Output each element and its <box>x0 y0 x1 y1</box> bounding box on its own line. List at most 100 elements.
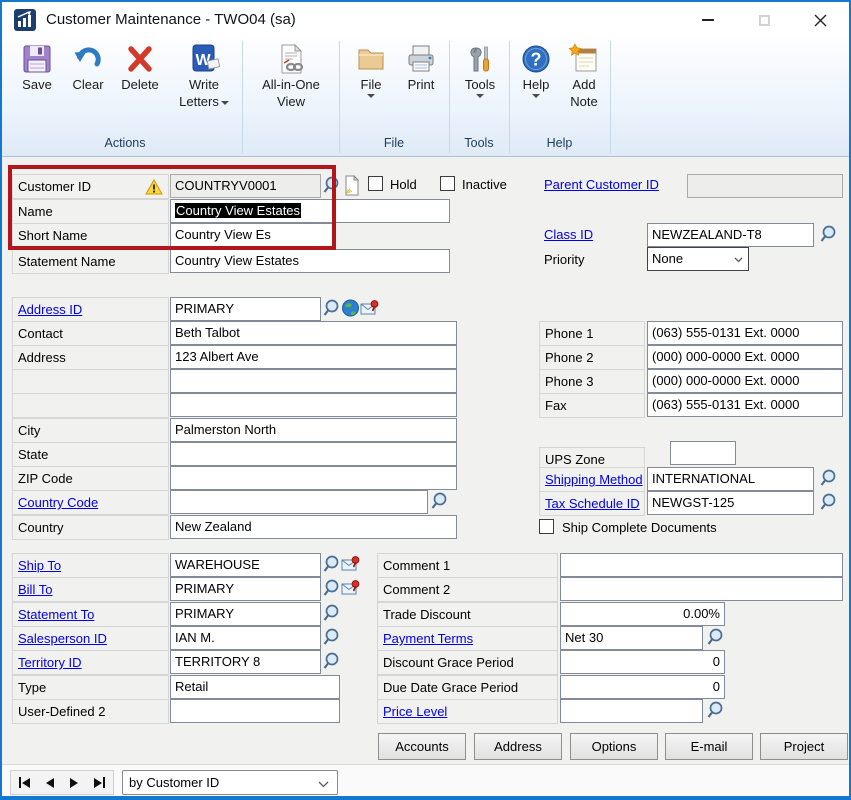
inactive-checkbox[interactable] <box>440 176 455 191</box>
priority-dropdown[interactable]: None <box>647 247 749 271</box>
phone3-field[interactable]: (000) 000-0000 Ext. 0000 <box>647 369 843 393</box>
help-button[interactable]: ? Help <box>514 43 558 98</box>
bill-to-lookup-icon[interactable] <box>322 578 341 599</box>
bill-to-field[interactable]: PRIMARY <box>170 577 321 601</box>
country-code-link[interactable]: Country Code <box>18 495 98 510</box>
address-id-field[interactable]: PRIMARY <box>170 297 321 321</box>
statement-to-lookup-icon[interactable] <box>322 603 341 624</box>
parent-customer-id-link[interactable]: Parent Customer ID <box>544 177 659 192</box>
city-field[interactable]: Palmerston North <box>170 418 457 442</box>
ship-complete-documents-checkbox[interactable] <box>539 519 554 534</box>
print-button[interactable]: Print <box>396 43 446 92</box>
state-field[interactable] <box>170 442 457 466</box>
window-title: Customer Maintenance - TWO04 (sa) <box>46 11 296 28</box>
customer-id-lookup-icon[interactable] <box>322 175 341 196</box>
user-defined-2-field[interactable] <box>170 699 340 723</box>
bill-to-link[interactable]: Bill To <box>18 582 52 597</box>
tax-schedule-field[interactable]: NEWGST-125 <box>647 491 814 515</box>
salesperson-lookup-icon[interactable] <box>322 627 341 648</box>
ups-zone-field[interactable] <box>670 441 736 465</box>
options-button[interactable]: Options <box>570 733 658 760</box>
short-name-field[interactable]: Country View Es <box>170 223 335 247</box>
class-id-lookup-icon[interactable] <box>819 224 838 245</box>
ship-to-link[interactable]: Ship To <box>18 558 61 573</box>
country-field[interactable]: New Zealand <box>170 515 457 539</box>
payment-terms-lookup-icon[interactable] <box>706 627 725 648</box>
salesperson-id-link[interactable]: Salesperson ID <box>18 631 107 646</box>
statement-to-field[interactable]: PRIMARY <box>170 602 321 626</box>
zip-code-field[interactable] <box>170 466 457 490</box>
address-line1-field[interactable]: 123 Albert Ave <box>170 345 457 369</box>
address-id-link[interactable]: Address ID <box>18 302 82 317</box>
close-button[interactable] <box>797 2 843 38</box>
state-label: State <box>12 442 169 467</box>
payment-terms-field[interactable]: Net 30 <box>560 626 703 650</box>
shipping-method-link[interactable]: Shipping Method <box>545 472 643 487</box>
ship-to-lookup-icon[interactable] <box>322 554 341 575</box>
due-date-grace-field[interactable]: 0 <box>560 675 725 699</box>
tax-schedule-link[interactable]: Tax Schedule ID <box>545 496 640 511</box>
class-id-link[interactable]: Class ID <box>544 227 593 242</box>
write-letter-pin-icon[interactable] <box>360 298 379 319</box>
project-button[interactable]: Project <box>760 733 848 760</box>
email-button[interactable]: E-mail <box>665 733 753 760</box>
delete-button[interactable]: Delete <box>114 43 166 92</box>
hold-checkbox[interactable] <box>368 176 383 191</box>
customer-notes-icon[interactable] <box>342 175 361 196</box>
payment-terms-link[interactable]: Payment Terms <box>383 631 473 646</box>
address-line2-field[interactable] <box>170 369 457 393</box>
ship-to-field[interactable]: WAREHOUSE <box>170 553 321 577</box>
bill-to-letter-pin-icon[interactable] <box>341 578 360 599</box>
price-level-field[interactable] <box>560 699 703 723</box>
address-id-lookup-icon[interactable] <box>322 298 341 319</box>
salesperson-id-field[interactable]: IAN M. <box>170 626 321 650</box>
delete-label: Delete <box>114 77 166 92</box>
comment1-field[interactable] <box>560 553 843 577</box>
map-globe-icon[interactable] <box>341 298 360 319</box>
ship-to-letter-pin-icon[interactable] <box>341 554 360 575</box>
file-button[interactable]: File <box>348 43 394 98</box>
address-line3-field[interactable] <box>170 393 457 417</box>
type-field[interactable]: Retail <box>170 675 340 699</box>
save-button[interactable]: Save <box>14 43 60 92</box>
class-id-field[interactable]: NEWZEALAND-T8 <box>647 223 814 247</box>
statement-name-field[interactable]: Country View Estates <box>170 249 450 273</box>
address-id-label: Address ID <box>12 297 169 322</box>
country-code-lookup-icon[interactable] <box>430 491 449 512</box>
phone1-field[interactable]: (063) 555-0131 Ext. 0000 <box>647 321 843 345</box>
maximize-button[interactable] <box>741 2 787 38</box>
comment2-field[interactable] <box>560 577 843 601</box>
fax-field[interactable]: (063) 555-0131 Ext. 0000 <box>647 393 843 417</box>
first-record-button[interactable] <box>17 775 32 790</box>
minimize-button[interactable] <box>685 2 731 38</box>
country-code-field[interactable] <box>170 490 428 514</box>
contact-field[interactable]: Beth Talbot <box>170 321 457 345</box>
discount-grace-field[interactable]: 0 <box>560 650 725 674</box>
sort-by-dropdown[interactable]: by Customer ID <box>122 770 338 795</box>
clear-button[interactable]: Clear <box>64 43 112 92</box>
price-level-link[interactable]: Price Level <box>383 704 447 719</box>
previous-record-button[interactable] <box>44 776 56 790</box>
price-level-lookup-icon[interactable] <box>706 700 725 721</box>
phone2-field[interactable]: (000) 000-0000 Ext. 0000 <box>647 345 843 369</box>
accounts-button[interactable]: Accounts <box>378 733 466 760</box>
shipping-method-lookup-icon[interactable] <box>819 468 838 489</box>
last-record-button[interactable] <box>92 775 107 790</box>
statement-to-link[interactable]: Statement To <box>18 607 94 622</box>
next-record-button[interactable] <box>68 776 80 790</box>
tools-button[interactable]: Tools <box>456 43 504 98</box>
write-letters-button[interactable]: W Write Letters <box>172 43 236 109</box>
shipping-method-field[interactable]: INTERNATIONAL <box>647 467 814 491</box>
warning-icon <box>145 179 163 195</box>
parent-customer-id-field[interactable] <box>687 174 843 198</box>
territory-id-link[interactable]: Territory ID <box>18 655 82 670</box>
all-in-one-view-button[interactable]: All-in-One View <box>250 43 332 109</box>
add-note-button[interactable]: Add Note <box>560 43 608 109</box>
tax-schedule-lookup-icon[interactable] <box>819 492 838 513</box>
customer-id-field[interactable]: COUNTRYV0001 <box>170 174 321 198</box>
territory-lookup-icon[interactable] <box>322 651 341 672</box>
name-field[interactable]: Country View Estates <box>170 199 450 223</box>
territory-id-field[interactable]: TERRITORY 8 <box>170 650 321 674</box>
trade-discount-field[interactable]: 0.00% <box>560 602 725 626</box>
address-button[interactable]: Address <box>474 733 562 760</box>
